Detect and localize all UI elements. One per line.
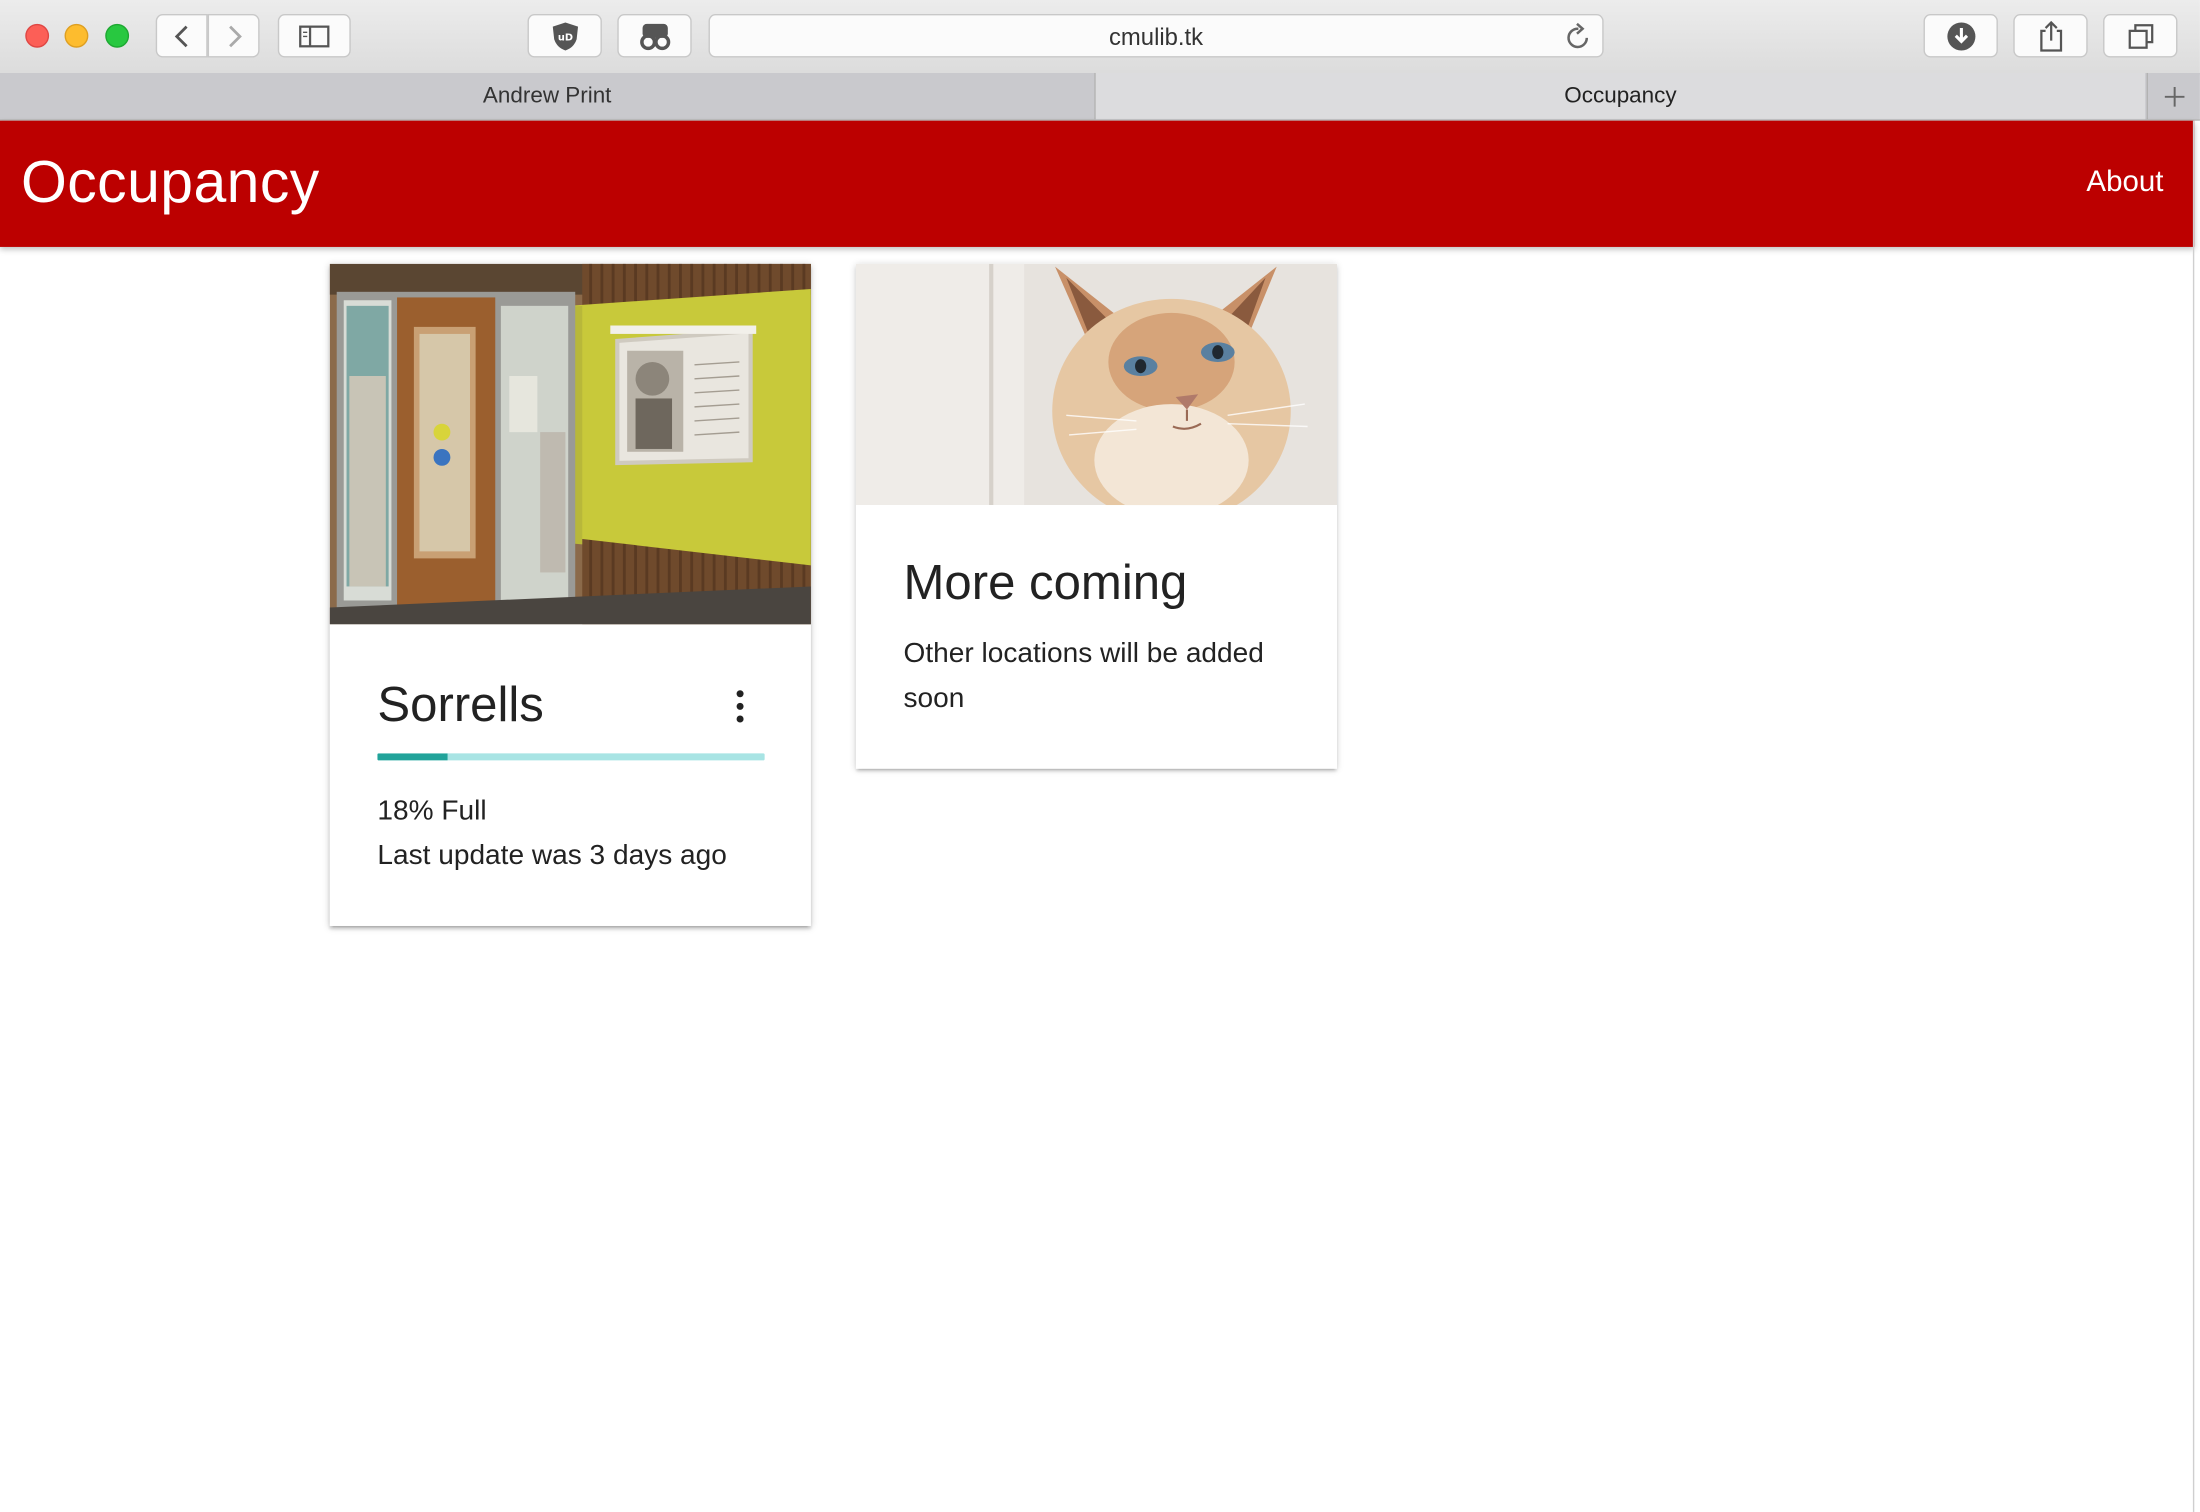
zoom-window-button[interactable] bbox=[105, 23, 130, 48]
card-title: More coming bbox=[903, 555, 1188, 611]
tab-andrew-print[interactable]: Andrew Print bbox=[0, 72, 1096, 120]
tab-occupancy[interactable]: Occupancy bbox=[1095, 72, 2146, 120]
tabs-overview-icon bbox=[2127, 23, 2153, 49]
new-tab-button[interactable] bbox=[2146, 72, 2200, 120]
sidebar-icon bbox=[299, 24, 330, 47]
about-link[interactable]: About bbox=[2086, 166, 2163, 200]
occupancy-status: 18% Full bbox=[377, 795, 487, 827]
library-entrance-photo bbox=[329, 263, 811, 625]
back-button[interactable] bbox=[155, 14, 208, 58]
downloads-button[interactable] bbox=[1923, 14, 1998, 58]
address-bar[interactable]: cmulib.tk bbox=[708, 14, 1604, 58]
reload-icon[interactable] bbox=[1566, 22, 1591, 50]
browser-toolbar: uD cmulib.tk bbox=[0, 0, 2200, 75]
share-icon bbox=[2039, 20, 2062, 51]
back-icon bbox=[174, 24, 187, 47]
card-title: Sorrells bbox=[377, 677, 544, 733]
reader-glasses-icon bbox=[639, 23, 670, 50]
url-text: cmulib.tk bbox=[1109, 23, 1204, 51]
occupancy-progress-bar bbox=[377, 753, 765, 761]
minimize-window-button[interactable] bbox=[64, 23, 89, 48]
card-menu-button[interactable] bbox=[723, 682, 757, 730]
forward-icon bbox=[228, 24, 242, 47]
svg-text:uD: uD bbox=[557, 32, 572, 43]
last-update-text: Last update was 3 days ago bbox=[377, 840, 727, 872]
location-card-sorrells: Sorrells 18% Full Last update was 3 days… bbox=[329, 263, 811, 926]
forward-button[interactable] bbox=[207, 14, 260, 58]
share-button[interactable] bbox=[2013, 14, 2088, 58]
window-edge bbox=[2192, 120, 2195, 1512]
app-bar: Occupancy About bbox=[0, 120, 2195, 247]
reader-extension-button[interactable] bbox=[617, 14, 692, 58]
show-tabs-button[interactable] bbox=[2103, 14, 2178, 58]
ublock-shield-icon: uD bbox=[552, 21, 578, 50]
close-window-button[interactable] bbox=[25, 23, 50, 48]
download-icon bbox=[1946, 21, 1975, 50]
cat-photo bbox=[855, 263, 1338, 506]
more-vert-icon bbox=[735, 689, 743, 697]
tab-bar: Andrew Print Occupancy bbox=[0, 72, 2200, 121]
ublock-extension-button[interactable]: uD bbox=[527, 14, 602, 58]
occupancy-progress-fill bbox=[377, 753, 448, 761]
page-title: Occupancy bbox=[21, 148, 320, 215]
card-description: Other locations will be added soon bbox=[903, 638, 1264, 715]
new-tab-plus-icon bbox=[2164, 86, 2185, 106]
location-card-more-coming: More coming Other locations will be adde… bbox=[855, 263, 1338, 769]
sidebar-button[interactable] bbox=[277, 14, 351, 58]
